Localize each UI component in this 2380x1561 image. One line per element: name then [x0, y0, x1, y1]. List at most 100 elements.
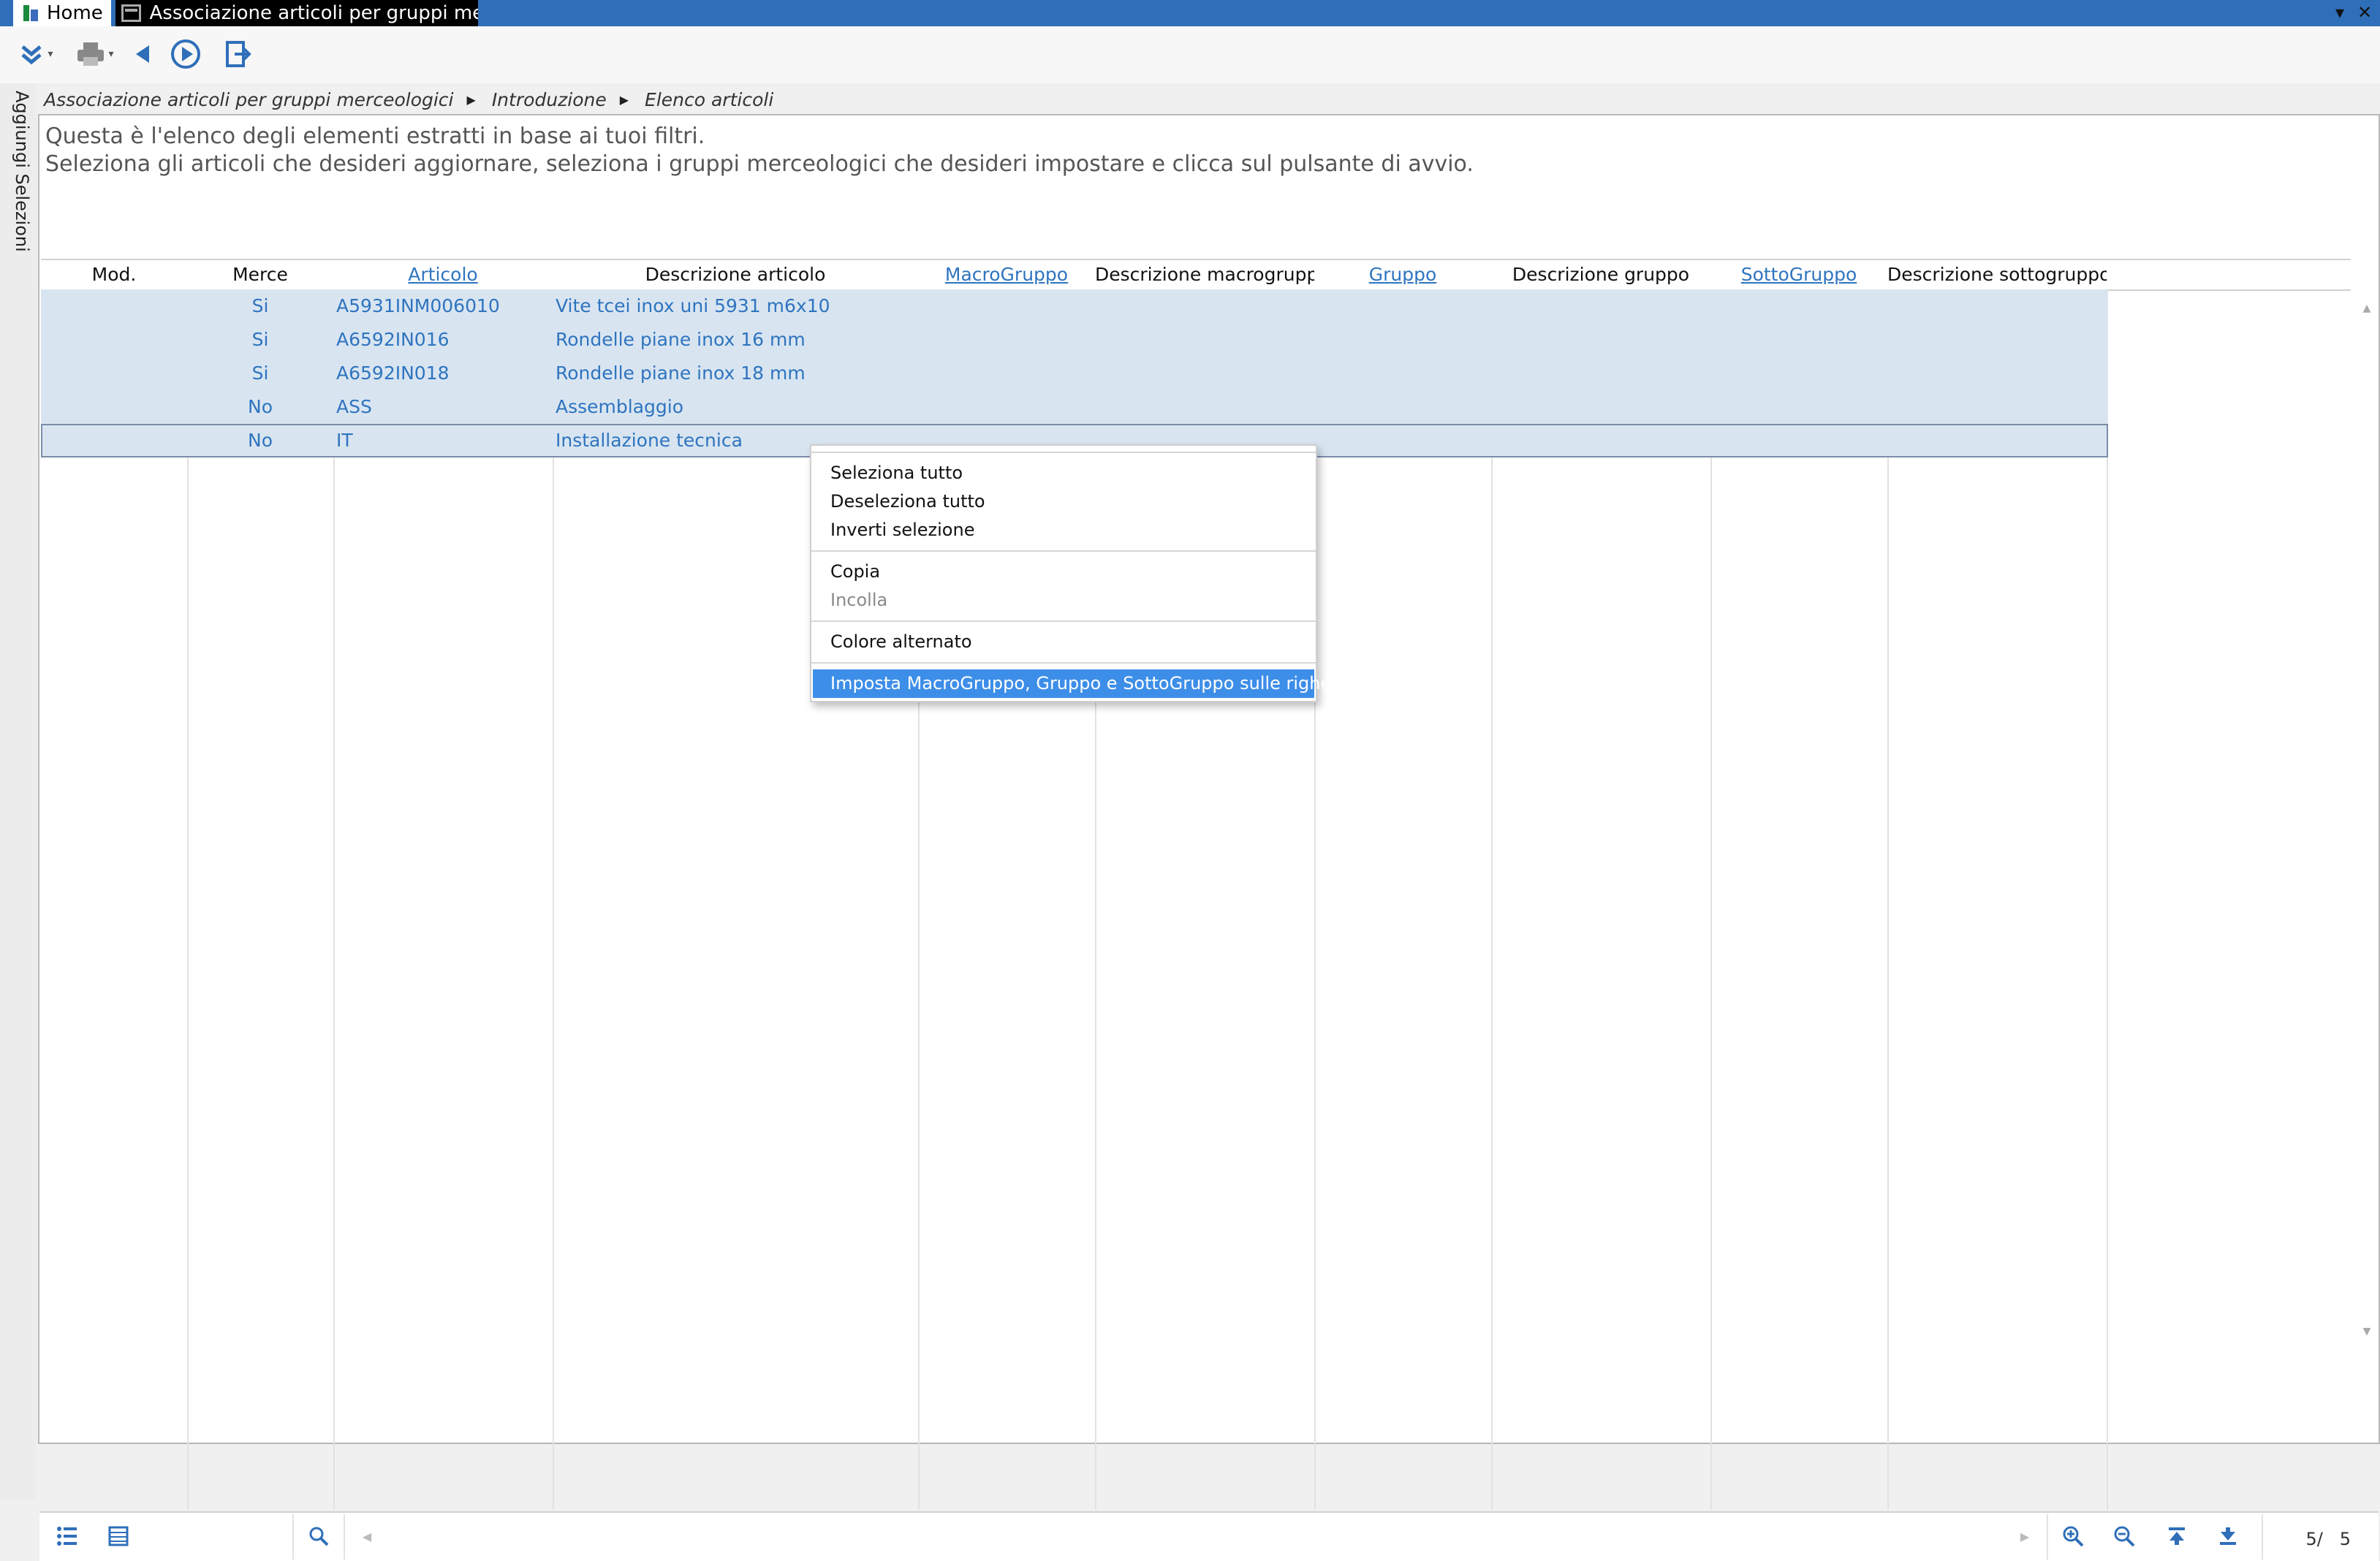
cell-articolo: ASS: [336, 396, 372, 417]
dropdown-arrow-icon: ▾: [48, 48, 53, 60]
bulleted-list-icon: [57, 1527, 77, 1546]
intro-text: Questa è l'elenco degli elementi estratt…: [45, 123, 1474, 178]
cell-articolo: A6592IN018: [336, 362, 450, 384]
menu-item-select-all[interactable]: Seleziona tutto: [811, 459, 1316, 487]
menu-item-copy[interactable]: Copia: [811, 558, 1316, 586]
add-selections-tab[interactable]: Aggiungi Selezioni: [10, 91, 32, 252]
exit-button[interactable]: [219, 37, 256, 72]
menu-item-deselect-all[interactable]: Deseleziona tutto: [811, 487, 1316, 516]
column-header-descrizione-articolo[interactable]: Descrizione articolo: [553, 260, 918, 289]
column-header-merce[interactable]: Merce: [187, 260, 333, 289]
cell-articolo: A5931INM006010: [336, 295, 500, 316]
footer-divider: [2262, 1514, 2263, 1560]
go-to-last-button[interactable]: [2212, 1520, 2244, 1552]
cell-descrizione: Rondelle piane inox 16 mm: [556, 329, 806, 350]
cell-merce: Si: [251, 329, 269, 350]
record-counter: 5/ 5: [2305, 1529, 2351, 1549]
tab-document-label: Associazione articoli per gruppi me...: [149, 2, 479, 24]
double-chevron-down-icon: [21, 45, 42, 65]
menu-item-alternate-color[interactable]: Colore alternato: [811, 628, 1316, 656]
list-view-button[interactable]: [51, 1520, 83, 1552]
print-button[interactable]: ▾: [69, 37, 121, 72]
search-button[interactable]: [303, 1520, 335, 1552]
menu-item-set-groups[interactable]: Imposta MacroGruppo, Gruppo e SottoGrupp…: [813, 669, 1348, 698]
zoom-in-button[interactable]: [2057, 1520, 2089, 1552]
tab-home-label: Home: [47, 2, 103, 24]
play-circle-icon: [171, 39, 200, 69]
cell-merce: No: [248, 396, 273, 417]
cell-descrizione: Rondelle piane inox 18 mm: [556, 362, 806, 384]
details-view-button[interactable]: [102, 1520, 134, 1552]
back-button[interactable]: [129, 37, 158, 72]
column-header-macrogruppo[interactable]: MacroGruppo: [918, 260, 1095, 289]
arrow-to-top-icon: [2169, 1527, 2185, 1545]
go-to-first-button[interactable]: [2161, 1520, 2193, 1552]
column-header-mod[interactable]: Mod.: [41, 260, 187, 289]
table-row[interactable]: Si A6592IN018 Rondelle piane inox 18 mm: [41, 357, 2108, 390]
column-header-sottogruppo[interactable]: SottoGruppo: [1710, 260, 1887, 289]
breadcrumb-item[interactable]: Associazione articoli per gruppi merceol…: [44, 89, 454, 110]
caret-right-icon: ▶: [466, 92, 476, 107]
table-row[interactable]: No ASS Assemblaggio: [41, 390, 2108, 424]
close-button[interactable]: ✕: [2354, 1, 2376, 23]
exit-icon: [226, 41, 251, 67]
back-arrow-icon: [136, 45, 149, 63]
column-header-descrizione-gruppo[interactable]: Descrizione gruppo: [1491, 260, 1710, 289]
scroll-right-arrow-icon[interactable]: ▶: [2009, 1520, 2041, 1552]
tab-document[interactable]: Associazione articoli per gruppi me...: [115, 0, 478, 26]
window-menu-button[interactable]: ▾: [2329, 1, 2351, 23]
menu-separator: [811, 662, 1316, 664]
caret-right-icon: ▶: [619, 92, 629, 107]
footer-divider: [344, 1514, 345, 1560]
intro-line: Questa è l'elenco degli elementi estratt…: [45, 124, 705, 149]
menu-separator: [811, 550, 1316, 552]
record-total: 5: [2339, 1529, 2351, 1549]
grid-footer: ◀ ▶ 5/ 5: [39, 1511, 2379, 1561]
column-header-gruppo[interactable]: Gruppo: [1314, 260, 1491, 289]
table-row[interactable]: Si A5931INM006010 Vite tcei inox uni 593…: [41, 289, 2108, 323]
record-current: 5/: [2305, 1529, 2323, 1549]
run-button[interactable]: [167, 37, 205, 72]
cell-articolo: A6592IN016: [336, 329, 450, 350]
zoom-out-button[interactable]: [2108, 1520, 2140, 1552]
main-panel: Questa è l'elenco degli elementi estratt…: [38, 114, 2380, 1561]
title-bar: Home Associazione articoli per gruppi me…: [0, 0, 2380, 26]
table-row[interactable]: Si A6592IN016 Rondelle piane inox 16 mm: [41, 323, 2108, 357]
cell-merce: Si: [251, 295, 269, 316]
search-icon: [309, 1527, 329, 1546]
column-header-descrizione-sottogruppo[interactable]: Descrizione sottogruppo: [1887, 260, 2107, 289]
menu-item-paste[interactable]: Incolla: [811, 586, 1316, 615]
breadcrumb: Associazione articoli per gruppi merceol…: [44, 86, 773, 113]
cell-merce: No: [248, 430, 273, 451]
arrow-to-bottom-icon: [2220, 1527, 2236, 1545]
cell-articolo: IT: [336, 430, 353, 451]
scroll-up-arrow-icon[interactable]: ▲: [2360, 303, 2374, 317]
footer-divider: [292, 1514, 294, 1560]
side-rail: Aggiungi Selezioni: [0, 83, 37, 1500]
app-logo-icon: [22, 4, 39, 23]
scroll-left-arrow-icon[interactable]: ◀: [351, 1520, 383, 1552]
breadcrumb-item[interactable]: Introduzione: [492, 89, 607, 110]
intro-line: Seleziona gli articoli che desideri aggi…: [45, 151, 1474, 177]
column-header-descrizione-macrogruppo[interactable]: Descrizione macrogruppo: [1095, 260, 1314, 289]
expand-menu-button[interactable]: ▾: [10, 37, 61, 72]
menu-separator: [811, 620, 1316, 622]
zoom-in-icon: [2063, 1526, 2084, 1547]
table-header: Mod. Merce Articolo Descrizione articolo…: [41, 259, 2351, 291]
menu-item-invert-selection[interactable]: Inverti selezione: [811, 516, 1316, 544]
dropdown-arrow-icon: ▾: [108, 48, 114, 60]
column-header-articolo[interactable]: Articolo: [333, 260, 553, 289]
breadcrumb-item[interactable]: Elenco articoli: [645, 89, 773, 110]
tab-home[interactable]: Home: [13, 0, 111, 26]
toolbar: ▾ ▾: [0, 26, 2380, 83]
cell-merce: Si: [251, 362, 269, 384]
context-menu: Seleziona tutto Deseleziona tutto Invert…: [810, 444, 1348, 702]
menu-separator: [811, 452, 1316, 453]
window-icon: [121, 4, 141, 22]
footer-divider: [2047, 1514, 2048, 1560]
cell-descrizione: Vite tcei inox uni 5931 m6x10: [556, 295, 830, 316]
table-icon: [108, 1526, 129, 1546]
zoom-out-icon: [2114, 1526, 2135, 1547]
scroll-down-arrow-icon[interactable]: ▼: [2360, 1326, 2374, 1340]
cell-descrizione: Assemblaggio: [556, 396, 683, 417]
